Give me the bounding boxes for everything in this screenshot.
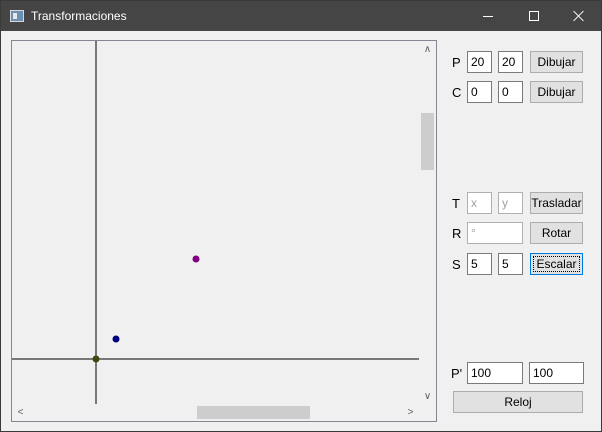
label-p-prime: P'	[451, 366, 463, 381]
label-t: T	[452, 196, 460, 211]
scroll-right-icon[interactable]: >	[402, 404, 419, 421]
app-window: Transformaciones ∧ ∨ < > P 20 20 Dibujar…	[0, 0, 602, 432]
point-c	[112, 335, 120, 343]
scroll-down-icon[interactable]: ∨	[419, 388, 436, 405]
scale-x-field[interactable]: 5	[467, 253, 492, 275]
scroll-up-icon[interactable]: ∧	[419, 41, 436, 58]
app-icon	[10, 10, 24, 22]
point-p	[192, 255, 200, 263]
window-title: Transformaciones	[31, 9, 127, 23]
minimize-button[interactable]	[465, 1, 511, 31]
label-p: P	[452, 55, 461, 70]
p-prime-y-field[interactable]: 100	[529, 362, 584, 384]
rotate-button[interactable]: Rotar	[530, 222, 583, 244]
p-x-field[interactable]: 20	[467, 51, 492, 73]
drawing-canvas	[12, 41, 419, 405]
p-y-field[interactable]: 20	[498, 51, 523, 73]
draw-c-button[interactable]: Dibujar	[530, 81, 583, 103]
origin-point	[92, 355, 100, 363]
draw-p-button[interactable]: Dibujar	[530, 51, 583, 73]
c-x-field[interactable]: 0	[467, 81, 492, 103]
close-icon	[573, 10, 585, 22]
label-c: C	[452, 85, 462, 100]
rotate-angle-field[interactable]: °	[467, 222, 523, 244]
scale-y-field[interactable]: 5	[498, 253, 523, 275]
horizontal-scroll-thumb[interactable]	[197, 406, 310, 419]
label-s: S	[452, 257, 461, 272]
scroll-left-icon[interactable]: <	[12, 404, 29, 421]
translate-button[interactable]: Trasladar	[530, 192, 583, 214]
clock-button[interactable]: Reloj	[453, 391, 583, 413]
label-r: R	[452, 226, 462, 241]
scale-button[interactable]: Escalar	[530, 253, 583, 275]
horizontal-scrollbar[interactable]: < >	[12, 404, 419, 421]
drawing-panel[interactable]: ∧ ∨ < >	[11, 40, 437, 422]
translate-x-field[interactable]: x	[467, 192, 492, 214]
vertical-scrollbar[interactable]: ∧ ∨	[419, 41, 436, 405]
translate-y-field[interactable]: y	[498, 192, 523, 214]
minimize-icon	[483, 15, 493, 17]
vertical-scroll-thumb[interactable]	[421, 113, 434, 170]
p-prime-x-field[interactable]: 100	[467, 362, 523, 384]
c-y-field[interactable]: 0	[498, 81, 523, 103]
maximize-icon	[529, 11, 539, 21]
title-bar[interactable]: Transformaciones	[1, 1, 601, 31]
close-button[interactable]	[556, 1, 602, 31]
maximize-button[interactable]	[511, 1, 557, 31]
scroll-corner	[419, 404, 436, 421]
